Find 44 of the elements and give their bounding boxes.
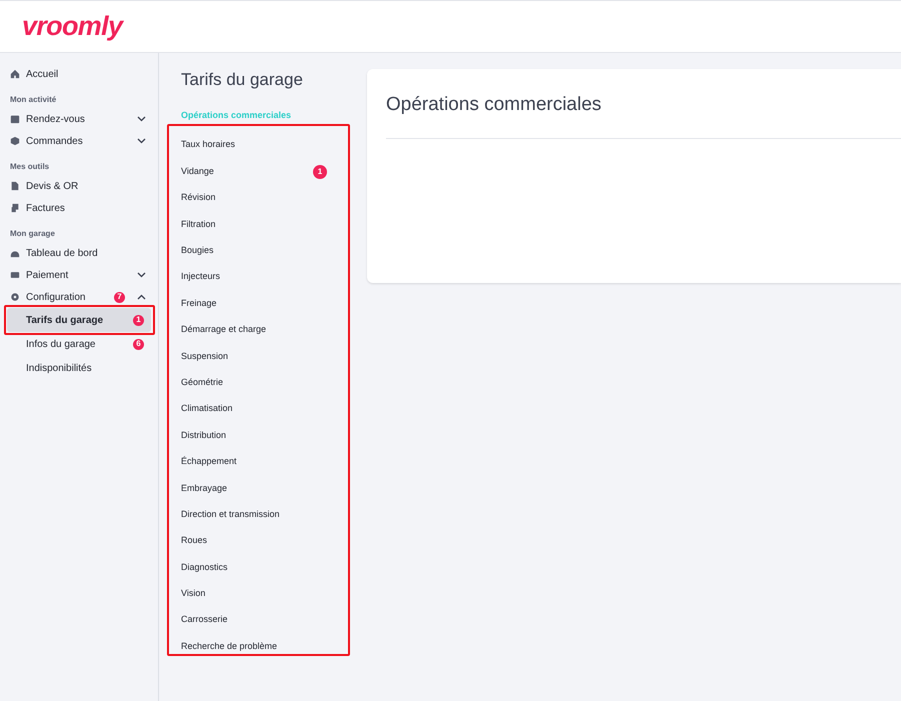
nav-item[interactable]: Accueil <box>0 63 158 85</box>
menu-item[interactable]: Embrayage <box>181 482 228 496</box>
menu-item[interactable]: Vision <box>181 587 206 601</box>
menu-item[interactable]: Révision <box>181 191 216 205</box>
menu-item[interactable]: Recherche de problème <box>181 640 278 654</box>
count-badge: 1 <box>313 164 327 179</box>
box-icon <box>10 136 20 146</box>
menu-item[interactable]: Direction et transmission <box>181 508 280 522</box>
count-badge: 1 <box>133 314 144 326</box>
menu-item[interactable]: Géométrie <box>181 376 224 390</box>
logo: vroomly <box>22 10 122 44</box>
nav-item[interactable]: Rendez-vous <box>0 108 158 130</box>
nav-item[interactable]: Configuration 7 <box>0 286 158 308</box>
menu-item[interactable]: Vidange <box>181 164 214 178</box>
nav-item[interactable]: Paiement <box>0 264 158 286</box>
menu-item[interactable]: Carrosserie <box>181 613 228 627</box>
page-title: Tarifs du garage <box>181 69 304 91</box>
menu-item[interactable]: Freinage <box>181 296 217 310</box>
menu-item[interactable]: Taux horaires <box>181 138 236 152</box>
menu-item[interactable]: Filtration <box>181 218 216 232</box>
nav-item[interactable]: Tableau de bord <box>0 242 158 264</box>
nav-subitem[interactable]: Indisponibilités <box>7 356 151 380</box>
nav-item[interactable]: Devis & OR <box>0 175 158 197</box>
section-heading: Mes outils <box>9 161 50 173</box>
card-title: Opérations commerciales <box>386 91 901 138</box>
menu-item[interactable]: Suspension <box>181 350 228 364</box>
menu-item[interactable]: Démarrage et charge <box>181 323 266 337</box>
home-icon <box>10 69 20 79</box>
file-icon <box>10 181 20 191</box>
section-heading: Mon garage <box>9 228 56 240</box>
menu-item[interactable]: Injecteurs <box>181 270 220 284</box>
count-badge: 7 <box>114 292 125 302</box>
gear-icon <box>10 292 20 302</box>
nav-subitem[interactable]: Infos du garage 6 <box>7 332 151 356</box>
menu-item[interactable]: Échappement <box>181 455 237 469</box>
menu-item[interactable]: Distribution <box>181 428 226 442</box>
menu-item[interactable]: Bougies <box>181 244 214 258</box>
menu-item[interactable]: Climatisation <box>181 402 233 416</box>
section-heading: Mon activité <box>9 94 58 106</box>
menu-item[interactable]: Diagnostics <box>181 560 228 574</box>
menu-item[interactable]: Roues <box>181 534 208 548</box>
count-badge: 6 <box>133 338 144 350</box>
nav-item[interactable]: Factures <box>0 197 158 219</box>
nav-item[interactable]: Commandes <box>0 130 158 152</box>
